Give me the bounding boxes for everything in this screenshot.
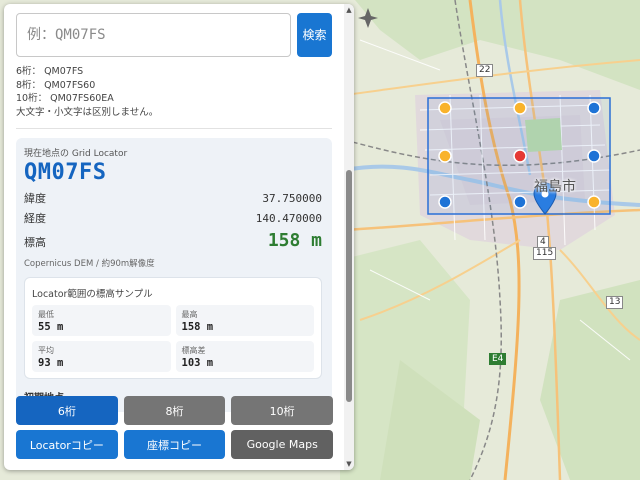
stat-min-value: 55 m bbox=[38, 321, 64, 333]
current-caption: 現在地点の Grid Locator bbox=[24, 149, 128, 159]
search-input[interactable] bbox=[16, 13, 291, 57]
scrollbar-thumb[interactable] bbox=[346, 170, 352, 402]
elevation-value: 158 m bbox=[267, 230, 322, 251]
route-shield-expressway: E4 bbox=[489, 353, 507, 365]
dem-note: Copernicus DEM / 約90m解像度 bbox=[24, 259, 155, 269]
stat-avg-label: 平均 bbox=[38, 346, 54, 355]
current-locator: QM07FS bbox=[24, 160, 107, 185]
sample-grid: 最低 55 m 最高 158 m 平均 93 m 標高差 103 m bbox=[32, 305, 314, 372]
elevation-label: 標高 bbox=[24, 236, 46, 249]
hint-6: 6桁： QM07FS bbox=[16, 66, 84, 77]
route-shield: 13 bbox=[606, 296, 624, 309]
search-row: 検索 bbox=[16, 13, 332, 57]
digits-row: 6桁 8桁 10桁 bbox=[16, 396, 334, 425]
longitude-row: 経度 140.470000 bbox=[24, 210, 322, 226]
google-maps-button[interactable]: Google Maps bbox=[231, 430, 334, 459]
copy-locator-button[interactable]: Locatorコピー bbox=[16, 430, 118, 459]
divider bbox=[16, 128, 332, 129]
sample-marker bbox=[513, 149, 527, 163]
digits-8-button[interactable]: 8桁 bbox=[123, 396, 226, 425]
route-shield: 115 bbox=[533, 247, 557, 260]
route-shield: 22 bbox=[476, 64, 494, 77]
scroll-down-icon[interactable]: ▼ bbox=[345, 460, 353, 468]
button-bar: 6桁 8桁 10桁 Locatorコピー 座標コピー Google Maps bbox=[16, 396, 334, 464]
stat-avg-value: 93 m bbox=[38, 357, 64, 369]
stat-diff: 標高差 103 m bbox=[175, 341, 314, 372]
sample-marker bbox=[587, 149, 601, 163]
stat-avg: 平均 93 m bbox=[32, 341, 171, 372]
elevation-row: 標高 158 m bbox=[24, 230, 322, 251]
format-hints: 6桁： QM07FS 8桁： QM07FS60 10桁： QM07FS60EA … bbox=[16, 65, 332, 119]
stat-max-label: 最高 bbox=[181, 310, 198, 319]
copy-coords-button[interactable]: 座標コピー bbox=[123, 430, 226, 459]
hint-10: 10桁： QM07FS60EA bbox=[16, 93, 114, 104]
sample-marker bbox=[438, 101, 452, 115]
stat-max: 最高 158 m bbox=[175, 305, 314, 336]
stat-min: 最低 55 m bbox=[32, 305, 171, 336]
sample-marker bbox=[587, 195, 601, 209]
digits-6-button[interactable]: 6桁 bbox=[16, 396, 118, 425]
action-row: Locatorコピー 座標コピー Google Maps bbox=[16, 430, 334, 459]
sample-marker bbox=[438, 195, 452, 209]
sample-title: Locator範囲の標高サンプル bbox=[32, 289, 153, 300]
sample-marker bbox=[587, 101, 601, 115]
map-city-label: 福島市 bbox=[534, 179, 576, 195]
digits-10-button[interactable]: 10桁 bbox=[231, 396, 334, 425]
stat-diff-value: 103 m bbox=[181, 357, 214, 369]
sample-marker bbox=[513, 195, 527, 209]
locator-panel: 検索 6桁： QM07FS 8桁： QM07FS60 10桁： QM07FS60… bbox=[4, 4, 354, 470]
scroll-up-icon[interactable]: ▲ bbox=[345, 6, 353, 14]
latitude-label: 緯度 bbox=[24, 192, 46, 205]
latitude-row: 緯度 37.750000 bbox=[24, 190, 322, 206]
longitude-value: 140.470000 bbox=[255, 212, 322, 225]
stat-diff-label: 標高差 bbox=[181, 346, 206, 355]
search-button[interactable]: 検索 bbox=[297, 13, 332, 57]
current-location-card: 現在地点の Grid Locator QM07FS 緯度 37.750000 経… bbox=[16, 138, 332, 412]
latitude-value: 37.750000 bbox=[262, 192, 322, 205]
sample-marker bbox=[438, 149, 452, 163]
hint-case: 大文字・小文字は区別しません。 bbox=[16, 106, 159, 118]
longitude-label: 経度 bbox=[24, 212, 46, 225]
stat-min-label: 最低 bbox=[38, 310, 54, 319]
elevation-sample-box: Locator範囲の標高サンプル 最低 55 m 最高 158 m 平均 93 … bbox=[24, 277, 322, 379]
hint-8: 8桁： QM07FS60 bbox=[16, 79, 96, 91]
sample-marker bbox=[513, 101, 527, 115]
stat-max-value: 158 m bbox=[181, 321, 214, 333]
